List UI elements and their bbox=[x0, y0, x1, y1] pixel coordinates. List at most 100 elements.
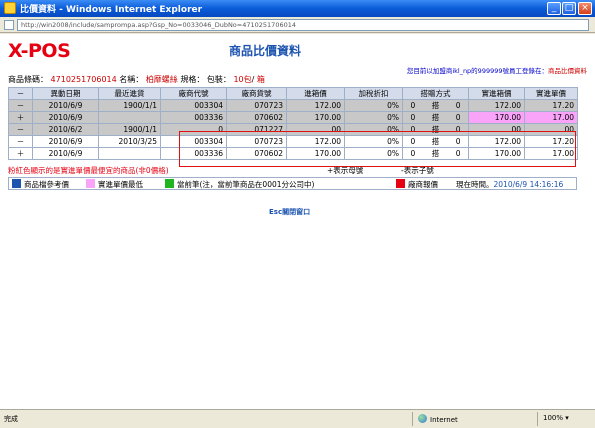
login-notice: 您目前以加盟商ikl_np的999999號員工登錄在：商品比價資料 bbox=[407, 65, 587, 75]
cell-vitem: 070723 bbox=[226, 99, 287, 112]
address-input[interactable]: http://win2008/include/samprompa.asp?Gsp… bbox=[17, 19, 589, 31]
cell-rbox: 172.00 bbox=[468, 99, 525, 112]
cell-runit: 17.00 bbox=[524, 111, 578, 124]
cell-vitem: 070602 bbox=[226, 111, 287, 124]
cell-sym[interactable]: － bbox=[8, 99, 33, 112]
cell-recent: 1900/1/1 bbox=[98, 99, 161, 112]
cell-runit: 17.20 bbox=[524, 99, 578, 112]
current-swatch bbox=[165, 179, 174, 188]
page-icon bbox=[4, 20, 14, 30]
plus-note: +表示母號 bbox=[327, 166, 364, 175]
current-time: 現在時間。2010/6/9 14:16:16 bbox=[456, 179, 563, 190]
col-vendor: 廠商代號 bbox=[160, 87, 227, 100]
status-bar: 完成 Internet 100% ▾ bbox=[0, 409, 595, 428]
gift-part: 0 bbox=[455, 101, 461, 110]
col-recent: 最近進貨 bbox=[98, 87, 161, 100]
globe-icon bbox=[418, 414, 427, 423]
pink-note: 粉紅色顯示的是實進單價最便宜的商品(非0價格) bbox=[8, 166, 169, 175]
table-row[interactable]: ＋ 2010/6/9 003336 070602 170.00 0% 0 搭 0 170.00 17… bbox=[8, 111, 578, 124]
status-text: 完成 bbox=[4, 415, 18, 423]
cell-date: 2010/6/2 bbox=[32, 123, 99, 136]
time-value: 2010/6/9 14:16:16 bbox=[493, 180, 564, 189]
col-box-price: 進箱價 bbox=[286, 87, 345, 100]
cell-recent: 1900/1/1 bbox=[98, 123, 161, 136]
cell-recent: 2010/3/25 bbox=[98, 135, 161, 148]
cell-sym[interactable]: ＋ bbox=[8, 147, 33, 160]
cell-recent bbox=[98, 147, 161, 160]
pack-sep: / bbox=[251, 75, 255, 84]
cell-box: 170.00 bbox=[286, 111, 345, 124]
col-tax: 加稅折扣 bbox=[344, 87, 403, 100]
cell-vendor: 003336 bbox=[160, 111, 227, 124]
legend-vendor: 廠商報價 bbox=[396, 179, 438, 190]
cell-sym[interactable]: － bbox=[8, 123, 33, 136]
esc-close-link[interactable]: Esc關閉窗口 bbox=[269, 207, 310, 217]
security-zone: Internet bbox=[418, 414, 458, 424]
cell-sym[interactable]: － bbox=[8, 135, 33, 148]
spec-label: 規格： bbox=[180, 75, 205, 84]
table-row[interactable]: － 2010/6/9 1900/1/1 003304 070723 172.00 0% 0 搭 0… bbox=[8, 99, 578, 112]
minimize-button[interactable]: _ bbox=[547, 2, 561, 15]
login-notice-location: 商品比價資料 bbox=[548, 67, 587, 75]
cell-tax: 0% bbox=[344, 111, 403, 124]
legend-current: 當前筆(注，當前筆商品在0001分公司中) bbox=[165, 179, 314, 190]
ie-page-icon bbox=[4, 2, 16, 14]
zone-label: Internet bbox=[430, 416, 458, 424]
xpos-logo: X-POS bbox=[8, 40, 71, 62]
legend-vendor-label: 廠商報價 bbox=[408, 180, 438, 189]
legend-cheapest: 實進單價最低 bbox=[86, 179, 143, 190]
col-date: 異動日期 bbox=[32, 87, 99, 100]
cell-rbox: 170.00 bbox=[468, 111, 525, 124]
zoom-control[interactable]: 100% ▾ bbox=[543, 414, 569, 422]
col-vendor-item: 廠商貨號 bbox=[226, 87, 287, 100]
legend-cheapest-label: 實進單價最低 bbox=[98, 180, 143, 189]
status-divider bbox=[412, 412, 413, 426]
col-real-unit: 實進單價 bbox=[524, 87, 578, 100]
product-info: 商品條碼： 4710251706014 名稱： 柏靡螺絲 規格： 包裝： 10包… bbox=[8, 74, 265, 85]
selection-highlight-box bbox=[179, 131, 576, 167]
legend-ref-label: 商品檔參考價 bbox=[24, 180, 69, 189]
ie-window: 比價資料 - Windows Internet Explorer _ □ × h… bbox=[0, 0, 595, 428]
barcode-label: 商品條碼： bbox=[8, 75, 48, 84]
legend-bar: 商品檔參考價 實進單價最低 當前筆(注，當前筆商品在0001分公司中) 廠商報價… bbox=[8, 177, 577, 190]
notes-line: 粉紅色顯示的是實進單價最便宜的商品(非0價格) +表示母號 -表示子號 bbox=[8, 165, 577, 176]
status-divider bbox=[537, 412, 538, 426]
col-gift: 搭贈方式 bbox=[402, 87, 469, 100]
cell-date: 2010/6/9 bbox=[32, 147, 99, 160]
col-toggle[interactable]: － bbox=[8, 87, 33, 100]
close-button[interactable]: × bbox=[578, 2, 592, 15]
page-content: X-POS 商品比價資料 您目前以加盟商ikl_np的999999號員工登錄在：… bbox=[0, 34, 595, 409]
legend-current-label: 當前筆(注，當前筆商品在0001分公司中) bbox=[177, 180, 315, 189]
cell-date: 2010/6/9 bbox=[32, 99, 99, 112]
name-label: 名稱： bbox=[119, 75, 144, 84]
cell-vendor: 003304 bbox=[160, 99, 227, 112]
name-value: 柏靡螺絲 bbox=[145, 75, 178, 84]
title-bar: 比價資料 - Windows Internet Explorer _ □ × bbox=[0, 0, 595, 17]
page-title: 商品比價資料 bbox=[229, 44, 302, 58]
pack-label: 包裝： bbox=[206, 75, 231, 84]
pack-qty: 10包 bbox=[233, 75, 252, 84]
gift-part: 0 bbox=[455, 113, 461, 122]
cell-gift: 0 搭 0 bbox=[402, 111, 469, 124]
table-header-row: － 異動日期 最近進貨 廠商代號 廠商貨號 進箱價 加稅折扣 搭贈方式 實進箱價… bbox=[8, 87, 578, 100]
gift-part: 搭 bbox=[431, 101, 440, 110]
vendor-swatch bbox=[396, 179, 405, 188]
cell-sym[interactable]: ＋ bbox=[8, 111, 33, 124]
gift-part: 0 bbox=[410, 113, 416, 122]
gift-part: 搭 bbox=[431, 113, 440, 122]
barcode-value: 4710251706014 bbox=[50, 75, 117, 84]
cell-tax: 0% bbox=[344, 99, 403, 112]
col-real-box: 實進箱價 bbox=[468, 87, 525, 100]
ref-swatch bbox=[12, 179, 21, 188]
gift-part: 0 bbox=[410, 101, 416, 110]
maximize-button[interactable]: □ bbox=[562, 2, 576, 15]
login-notice-text: 您目前以加盟商ikl_np的999999號員工登錄在： bbox=[406, 67, 548, 75]
cell-gift: 0 搭 0 bbox=[402, 99, 469, 112]
time-label: 現在時間。 bbox=[456, 180, 494, 189]
cheapest-swatch bbox=[86, 179, 95, 188]
cell-box: 172.00 bbox=[286, 99, 345, 112]
minus-note: -表示子號 bbox=[401, 166, 434, 175]
cell-date: 2010/6/9 bbox=[32, 111, 99, 124]
cell-date: 2010/6/9 bbox=[32, 135, 99, 148]
address-bar: http://win2008/include/samprompa.asp?Gsp… bbox=[0, 17, 595, 33]
